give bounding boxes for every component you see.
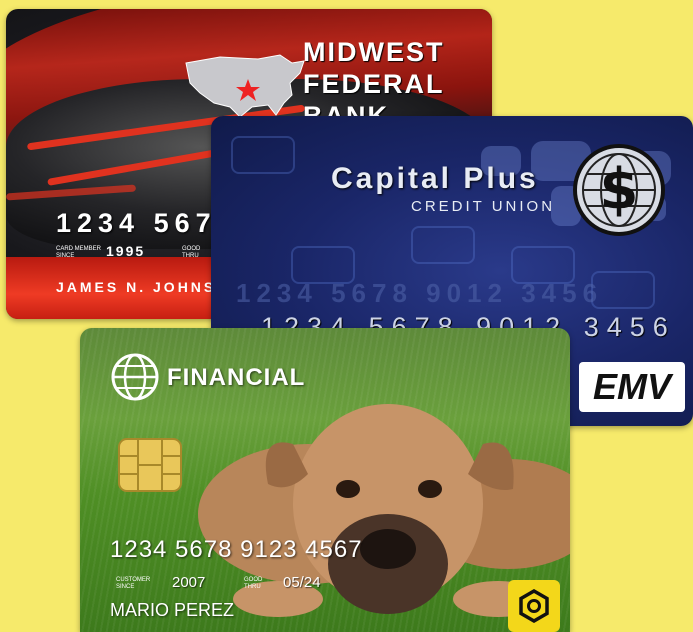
since-value: 2007 bbox=[172, 574, 206, 591]
bank-name-line1: Midwest bbox=[303, 37, 445, 67]
us-map-star-icon bbox=[185, 54, 305, 118]
thru-label: GOOD THRU bbox=[244, 577, 263, 590]
embossed-number-shadow: 1234 5678 9012 3456 bbox=[236, 278, 604, 308]
credit-union-name: Capital Plus bbox=[331, 162, 539, 195]
since-value: 1995 bbox=[106, 243, 146, 259]
since-label: CUSTOMER SINCE bbox=[116, 577, 151, 590]
card-number: 1234 567 bbox=[56, 208, 217, 238]
thru-value: 05/24 bbox=[283, 574, 321, 591]
hexagon-logo-icon bbox=[519, 589, 549, 623]
dollar-globe-logo-icon: $ bbox=[573, 144, 665, 236]
financial-card: FINANCIAL 1234 5678 9123 4567 CUSTOMER S… bbox=[80, 328, 570, 632]
emv-chip-icon bbox=[118, 438, 182, 492]
card-number: 1234 5678 9123 4567 bbox=[110, 536, 363, 563]
svg-text:$: $ bbox=[600, 157, 639, 222]
globe-logo-icon bbox=[111, 353, 159, 401]
card-holder: MARIO PEREZ bbox=[110, 600, 235, 620]
financial-title: FINANCIAL bbox=[167, 364, 306, 391]
thru-label: GOOD THRU bbox=[182, 246, 201, 259]
since-label: CARD MEMBER SINCE bbox=[56, 246, 102, 259]
credit-union-subtitle: CREDIT UNION bbox=[411, 198, 556, 215]
network-badge bbox=[508, 580, 560, 632]
card-holder: JAMES N. JOHNS bbox=[56, 279, 217, 295]
bank-name-line2: Federal bbox=[303, 69, 445, 99]
emv-badge: EMV bbox=[579, 362, 685, 412]
hex-pattern bbox=[231, 136, 295, 174]
